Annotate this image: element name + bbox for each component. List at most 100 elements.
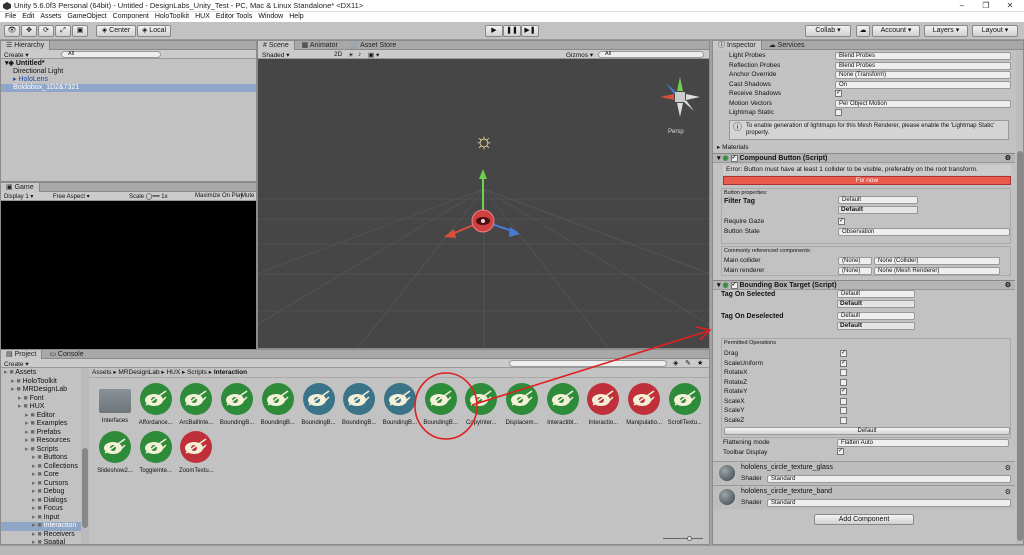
account-dropdown[interactable]: Account ▾ [872, 25, 920, 37]
add-component-button[interactable]: Add Component [814, 514, 914, 525]
main-collider-type-dropdown[interactable]: (None) [838, 257, 872, 265]
project-tree-item[interactable]: ▸ ■ Receivers [1, 531, 88, 540]
breadcrumb-interaction[interactable]: Interaction [214, 369, 247, 376]
asset-script[interactable]: ZoomTextu... [178, 431, 214, 479]
main-renderer-field[interactable]: None (Mesh Renderer) [874, 267, 1000, 275]
project-tree-item[interactable]: ▸ ■ Core [1, 471, 88, 480]
step-button[interactable]: ▶❚ [521, 25, 539, 37]
hierarchy-item[interactable]: Boldobox_1D2&7321 [1, 84, 256, 92]
play-button[interactable]: ▶ [485, 25, 503, 37]
tab-scene[interactable]: # Scene [258, 41, 295, 50]
menu-file[interactable]: File [2, 12, 19, 22]
breadcrumb-mrdesignlab[interactable]: MRDesignLab [118, 369, 159, 376]
project-tree-item[interactable]: ▸ ■ Cursors [1, 480, 88, 489]
project-tree-item[interactable]: ▸ ■ Scripts [1, 446, 88, 455]
scene-viewport[interactable]: ☼ Persp [258, 59, 709, 348]
scene-search-input[interactable]: All [598, 51, 704, 58]
permitted-op-checkbox[interactable] [840, 416, 847, 424]
component-settings-icon[interactable]: ⚙ [1005, 154, 1011, 164]
menu-window[interactable]: Window [255, 12, 286, 22]
compound-enabled-checkbox[interactable]: ✓ [730, 154, 738, 162]
tab-hierarchy[interactable]: ☰ Hierarchy [1, 41, 51, 50]
asset-script[interactable]: BoundingB... [301, 383, 337, 431]
pivot-local-button[interactable]: ◈ Local [137, 25, 171, 37]
material-settings-icon[interactable]: ⚙ [1005, 488, 1011, 496]
collab-button[interactable]: Collab ▾ [805, 25, 851, 37]
hand-tool-icon[interactable]: 👁 [4, 25, 20, 37]
directional-light-icon[interactable]: ☼ [472, 130, 496, 154]
hierarchy-item[interactable]: ▸ HoloLens [1, 76, 256, 84]
renderer-property-dropdown[interactable]: None (Transform) [835, 71, 1011, 79]
tab-game[interactable]: ▣ Game [1, 183, 40, 192]
breadcrumb-scripts[interactable]: Scripts [187, 369, 207, 376]
renderer-property-dropdown[interactable]: Per Object Motion [835, 99, 1011, 108]
effects-toggle-icon[interactable]: ▣ ▾ [368, 51, 379, 59]
hierarchy-create-dropdown[interactable]: Create ▾ [4, 51, 29, 59]
display-dropdown[interactable]: Display 1 ▾ [4, 193, 33, 200]
scene-orientation-gizmo[interactable] [660, 77, 700, 117]
project-tree-item[interactable]: ▸ ■ Assets [1, 369, 88, 378]
project-tree-item[interactable]: ▸ ■ Prefabs [1, 429, 88, 438]
renderer-property-checkbox[interactable] [835, 109, 842, 116]
project-tree-item[interactable]: ▸ ■ HUX [1, 403, 88, 412]
project-tree-item[interactable]: ▸ ■ Debug [1, 488, 88, 497]
menu-edit[interactable]: Edit [19, 12, 37, 22]
main-collider-field[interactable]: None (Collider) [874, 257, 1000, 265]
menu-holotoolkit[interactable]: HoloToolkit [152, 12, 192, 22]
menu-assets[interactable]: Assets [37, 12, 64, 22]
menu-hux[interactable]: HUX [192, 12, 213, 22]
asset-script[interactable]: Affordance... [138, 383, 174, 431]
close-button[interactable]: ✕ [998, 0, 1022, 12]
asset-script[interactable]: Slideshow2... [97, 431, 133, 479]
tag-on-deselected-dropdown[interactable]: Default [837, 312, 915, 320]
asset-script[interactable]: BoundingB... [341, 383, 377, 431]
asset-script[interactable]: ToggleInte... [138, 431, 174, 479]
scale-tool-icon[interactable]: ⤢ [55, 25, 71, 37]
audio-toggle-icon[interactable]: ♪ [358, 51, 361, 58]
renderer-property-dropdown[interactable]: Blend Probes [835, 52, 1011, 60]
renderer-property-dropdown[interactable]: On [835, 80, 1011, 89]
shading-dropdown[interactable]: Shaded ▾ [262, 51, 290, 59]
shader-dropdown[interactable]: Standard [767, 475, 1011, 483]
bbt-enabled-checkbox[interactable]: ✓ [730, 281, 738, 289]
project-tree-item[interactable]: ▸ ■ Examples [1, 420, 88, 429]
project-tree-item[interactable]: ▸ ■ Font [1, 395, 88, 404]
menu-editor-tools[interactable]: Editor Tools [213, 12, 255, 22]
permitted-op-checkbox[interactable] [840, 397, 847, 405]
toolbar-display-checkbox[interactable]: ✓ [837, 448, 844, 455]
minimize-button[interactable]: – [950, 0, 974, 12]
pause-button[interactable]: ❚❚ [503, 25, 521, 37]
project-tree-item[interactable]: ▸ ■ Interaction [1, 522, 88, 531]
filter-tag-dropdown[interactable]: Default [838, 196, 918, 204]
inspector-scrollbar[interactable] [1016, 51, 1023, 544]
fix-now-button[interactable]: Fix now [723, 176, 1011, 185]
menu-gameobject[interactable]: GameObject [64, 12, 109, 22]
button-state-dropdown[interactable]: Observation [838, 228, 1010, 236]
permitted-op-checkbox[interactable]: ✓ [840, 359, 847, 367]
project-tree-item[interactable]: ▸ ■ Buttons [1, 454, 88, 463]
project-create-dropdown[interactable]: Create ▾ [4, 360, 29, 368]
tab-console[interactable]: ▭ Console [44, 350, 88, 359]
tag-on-selected-dropdown[interactable]: Default [837, 290, 915, 298]
menu-help[interactable]: Help [286, 12, 306, 22]
project-tree-item[interactable]: ▸ ■ Focus [1, 505, 88, 514]
require-gaze-checkbox[interactable]: ✓ [838, 218, 845, 225]
lighting-toggle-icon[interactable]: ☀ [348, 51, 354, 59]
project-tree-item[interactable]: ▸ ■ MRDesignLab [1, 386, 88, 395]
mute-toggle[interactable]: Mute [241, 193, 254, 199]
asset-script[interactable]: ArcBallInte... [178, 383, 214, 431]
bounding-box-target-header[interactable]: ▾ ◉ ✓ Bounding Box Target (Script) ⚙ [713, 280, 1015, 290]
tree-scrollbar[interactable] [81, 368, 89, 544]
layers-dropdown[interactable]: Layers ▾ [924, 25, 968, 37]
aspect-dropdown[interactable]: Free Aspect ▾ [53, 193, 90, 200]
renderer-property-checkbox[interactable]: ✓ [835, 90, 842, 97]
project-tree-item[interactable]: ▸ ■ Collections [1, 463, 88, 472]
project-tree-item[interactable]: ▸ ■ Input [1, 514, 88, 523]
flattening-mode-dropdown[interactable]: Flatten Auto [837, 439, 1009, 447]
project-tree-item[interactable]: ▸ ■ Editor [1, 412, 88, 421]
scale-slider[interactable]: Scale ◯━━ 1x [129, 193, 168, 200]
maximize-on-play-toggle[interactable]: Maximize On Play [195, 193, 243, 199]
tab-services[interactable]: ☁ Services [764, 41, 810, 50]
gizmos-dropdown[interactable]: Gizmos ▾ [566, 51, 593, 59]
2d-toggle[interactable]: 2D [334, 51, 342, 58]
